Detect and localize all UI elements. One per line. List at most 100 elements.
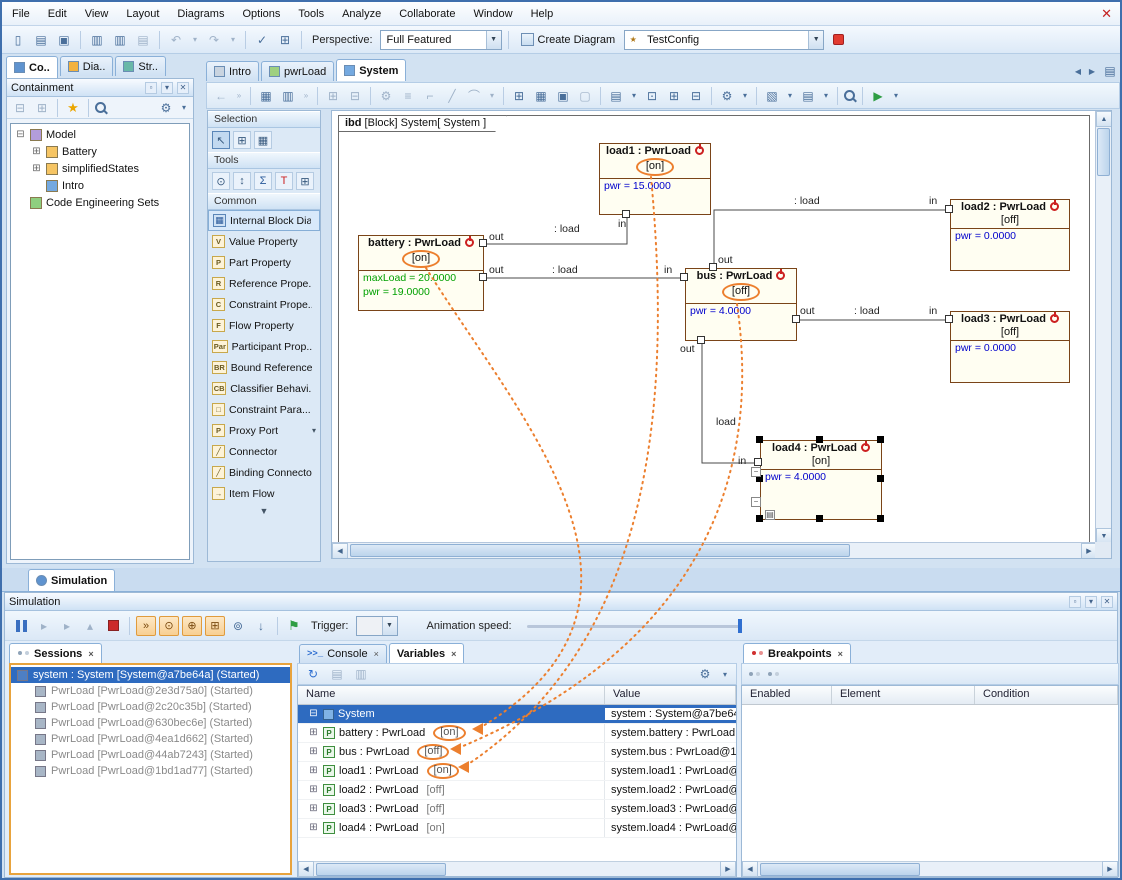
favorites-icon[interactable]: ★ <box>63 98 83 118</box>
column-header-element[interactable]: Element <box>832 686 975 704</box>
legend-icon[interactable]: ▤ <box>798 86 818 106</box>
menu-item[interactable]: Layout <box>126 8 159 20</box>
palette-item[interactable]: CB Classifier Behavi... <box>208 378 320 399</box>
back-icon[interactable]: ← <box>211 86 231 106</box>
variable-row-root[interactable]: ⊟ System system : System@a7be64 <box>298 705 736 724</box>
tree-item[interactable]: ⊞ Battery <box>11 143 189 160</box>
close-icon[interactable]: × <box>451 649 456 659</box>
expander-icon[interactable]: ⊞ <box>308 766 319 777</box>
overflow-icon[interactable]: » <box>233 86 245 106</box>
scroll-left-icon[interactable]: ◀ <box>742 861 758 877</box>
show-structure-icon[interactable]: ▥ <box>278 86 298 106</box>
selection-handle[interactable] <box>756 436 763 443</box>
session-item[interactable]: PwrLoad [PwrLoad@1bd1ad77] (Started) <box>11 763 290 779</box>
variable-row[interactable]: ⊞ P battery : PwrLoad [on] system.batter… <box>298 724 736 743</box>
scroll-up-icon[interactable]: ▲ <box>1096 111 1112 127</box>
port[interactable] <box>792 315 800 323</box>
add-breakpoint-icon[interactable] <box>748 670 761 679</box>
expander-icon[interactable]: ⊞ <box>308 785 319 796</box>
tab-pwrload[interactable]: pwrLoad <box>261 61 334 81</box>
display-icon[interactable]: ▧ <box>762 86 782 106</box>
menu-item[interactable]: Window <box>473 8 512 20</box>
block-bus[interactable]: bus : PwrLoad [off] pwr = 4.0000 <box>685 268 797 341</box>
rounded-icon[interactable]: ⌒ <box>464 86 484 106</box>
sum-tool-icon[interactable]: Σ <box>254 172 272 190</box>
selection-handle[interactable] <box>877 436 884 443</box>
copy-icon[interactable]: ⊞ <box>323 86 343 106</box>
collapse-compartment-icon[interactable]: − <box>751 467 761 477</box>
port[interactable] <box>709 263 717 271</box>
sticky-tool-icon[interactable]: ⊙ <box>212 172 230 190</box>
print-preview-icon[interactable]: ▥ <box>110 30 130 50</box>
refresh-icon[interactable]: ↻ <box>303 664 323 684</box>
selection-handle[interactable] <box>816 515 823 522</box>
variable-row[interactable]: ⊞ P load2 : PwrLoad [off] system.load2 :… <box>298 781 736 800</box>
menu-item[interactable]: Analyze <box>342 8 381 20</box>
close-icon[interactable]: × <box>374 649 379 659</box>
auto-start-toggle-icon[interactable]: ⊙ <box>159 616 179 636</box>
stop-button[interactable] <box>103 616 123 636</box>
run-icon[interactable]: ▶ <box>868 86 888 106</box>
save-icon[interactable]: ▣ <box>54 30 74 50</box>
gear-dropdown-icon[interactable]: ▾ <box>178 98 190 118</box>
variable-row[interactable]: ⊞ P load4 : PwrLoad [on] system.load4 : … <box>298 819 736 838</box>
palette-item[interactable]: P Proxy Port ▾ <box>208 420 320 441</box>
tab-variables[interactable]: Variables × <box>389 643 465 663</box>
left-panel-tab[interactable]: Str.. <box>115 56 166 76</box>
palette-item[interactable]: P Part Property <box>208 252 320 273</box>
gear-icon[interactable]: ⚙ <box>695 664 715 684</box>
search-icon[interactable] <box>94 101 108 115</box>
tab-list-icon[interactable]: ▤ <box>1100 61 1120 81</box>
animation-speed-slider[interactable] <box>527 619 742 633</box>
collapse-all-icon[interactable]: ⊟ <box>10 98 30 118</box>
notation-icon[interactable]: ⊞ <box>664 86 684 106</box>
session-item[interactable]: PwrLoad [PwrLoad@2e3d75a0] (Started) <box>11 683 290 699</box>
port[interactable] <box>754 458 762 466</box>
create-diagram-button[interactable]: Create Diagram <box>515 29 622 51</box>
scrollbar-thumb[interactable] <box>1097 128 1110 176</box>
tree-expander-icon[interactable]: ⊟ <box>15 129 26 140</box>
port[interactable] <box>680 273 688 281</box>
port[interactable] <box>945 205 953 213</box>
animation-toggle-icon[interactable]: » <box>136 616 156 636</box>
menu-item[interactable]: Diagrams <box>177 8 224 20</box>
text-tool-icon[interactable]: T <box>275 172 293 190</box>
selection-handle[interactable] <box>877 515 884 522</box>
palette-item[interactable]: R Reference Prope... <box>208 273 320 294</box>
scroll-left-icon[interactable]: ◀ <box>298 861 314 877</box>
block-load4[interactable]: load4 : PwrLoad [on] pwr = 4.0000 <box>760 440 882 520</box>
palette-item[interactable]: ╱ Binding Connector <box>208 462 320 483</box>
export-html-icon[interactable]: ▥ <box>351 664 371 684</box>
paths-icon[interactable]: ⊡ <box>642 86 662 106</box>
overflow-icon[interactable]: » <box>300 86 312 106</box>
tab-scroll-right-icon[interactable]: ▶ <box>1086 61 1098 81</box>
column-header-condition[interactable]: Condition <box>975 686 1118 704</box>
pause-button[interactable] <box>11 616 31 636</box>
swimlane-tool-icon[interactable]: ↕ <box>233 172 251 190</box>
legend-dropdown-icon[interactable]: ▾ <box>820 86 832 106</box>
window-close-button[interactable]: ✕ <box>1101 6 1112 22</box>
print-icon[interactable]: ▥ <box>87 30 107 50</box>
scrollbar-thumb[interactable] <box>350 544 850 557</box>
grid-icon[interactable]: ▦ <box>531 86 551 106</box>
menu-item[interactable]: View <box>85 8 109 20</box>
pin-panel-icon[interactable]: ▾ <box>161 82 173 94</box>
logging-toggle-icon[interactable]: ⊞ <box>205 616 225 636</box>
slider-handle[interactable] <box>738 619 742 633</box>
selection-handle[interactable] <box>816 436 823 443</box>
open-project-icon[interactable]: ▤ <box>31 30 51 50</box>
horizontal-scrollbar[interactable]: ◀ ▶ <box>332 542 1097 558</box>
remove-breakpoint-icon[interactable] <box>767 670 780 679</box>
pin-panel-icon[interactable]: ▾ <box>1085 596 1097 608</box>
show-containment-icon[interactable]: ▦ <box>256 86 276 106</box>
column-header-enabled[interactable]: Enabled <box>742 686 832 704</box>
collapse-compartment-icon[interactable]: − <box>751 497 761 507</box>
left-panel-tab[interactable]: Co.. <box>6 56 58 78</box>
compartments-icon[interactable]: ▤ <box>606 86 626 106</box>
swimlane-icon[interactable]: ⊞ <box>509 86 529 106</box>
tree-expander-icon[interactable]: ⊞ <box>31 163 42 174</box>
palette-item[interactable]: C Constraint Prope... <box>208 294 320 315</box>
menu-item[interactable]: File <box>12 8 30 20</box>
expander-icon[interactable]: ⊞ <box>308 823 319 834</box>
scrollbar-thumb[interactable] <box>760 863 920 876</box>
